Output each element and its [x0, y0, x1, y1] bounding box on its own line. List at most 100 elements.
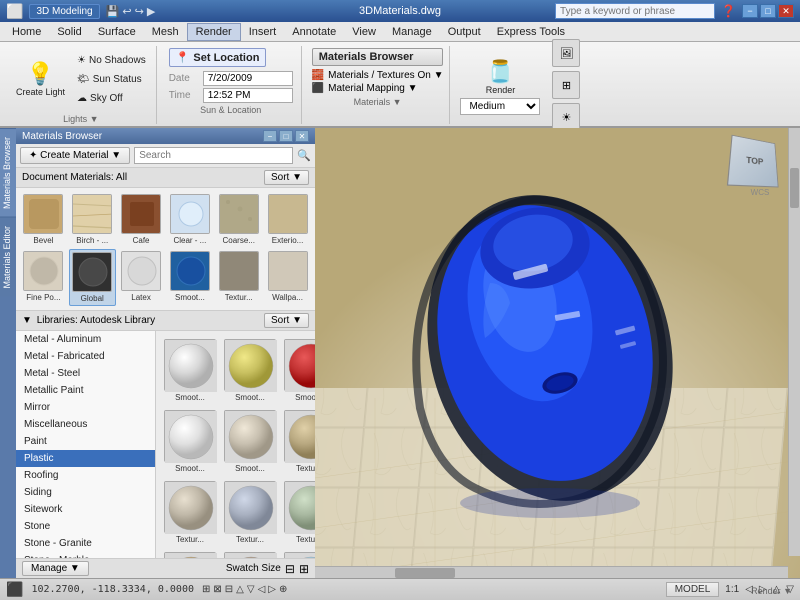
library-material-item[interactable]: Smoot...	[222, 337, 278, 404]
render-settings-btn[interactable]: 🖼	[552, 39, 580, 67]
material-item[interactable]: Wallpa...	[264, 249, 311, 306]
model-btn[interactable]: MODEL	[666, 582, 720, 597]
polar-icon[interactable]: ⊟	[225, 584, 233, 595]
menu-home[interactable]: Home	[4, 24, 49, 40]
close-btn[interactable]: ✕	[778, 4, 794, 18]
textures-on-btn[interactable]: 🧱 Materials / Textures On ▼	[312, 69, 444, 82]
material-item[interactable]: Cafe	[118, 192, 165, 247]
viewport-scrollbar-v[interactable]	[788, 128, 800, 556]
library-category-item[interactable]: Roofing	[16, 467, 155, 484]
library-category-item[interactable]: Siding	[16, 484, 155, 501]
material-item[interactable]: Textur...	[215, 249, 262, 306]
sort-btn[interactable]: Sort ▼	[264, 170, 309, 185]
render-btn[interactable]: 🫙 Render	[475, 56, 525, 98]
scrollbar-thumb-h[interactable]	[395, 568, 455, 578]
materials-editor-tab[interactable]: Materials Editor	[0, 217, 16, 297]
menu-output[interactable]: Output	[440, 24, 489, 40]
panel-float-btn[interactable]: □	[279, 130, 293, 142]
material-item[interactable]: Bevel	[20, 192, 67, 247]
ortho-icon[interactable]: ⊠	[213, 584, 221, 595]
panel-close-btn[interactable]: ✕	[295, 130, 309, 142]
lights-group-label[interactable]: Lights ▼	[63, 114, 98, 124]
material-item[interactable]: Fine Po...	[20, 249, 67, 306]
sun-location-label[interactable]: Sun & Location	[169, 105, 293, 115]
library-category-item[interactable]: Mirror	[16, 399, 155, 416]
menu-annotate[interactable]: Annotate	[284, 24, 344, 40]
material-item[interactable]: Coarse...	[215, 192, 262, 247]
manage-btn[interactable]: Manage ▼	[22, 561, 89, 576]
osnap-track-icon[interactable]: ▽	[247, 584, 255, 595]
materials-browser-btn[interactable]: Materials Browser	[312, 48, 444, 66]
menu-solid[interactable]: Solid	[49, 24, 89, 40]
maximize-btn[interactable]: □	[760, 4, 776, 18]
library-material-item[interactable]: Smoot...	[162, 337, 218, 404]
create-light-btn[interactable]: 💡 Create Light	[12, 58, 69, 101]
material-mapping-btn[interactable]: ⬛ Material Mapping ▼	[312, 82, 444, 95]
library-category-item[interactable]: Stone - Granite	[16, 535, 155, 552]
library-category-item[interactable]: Metal - Aluminum	[16, 331, 155, 348]
lineweight-icon[interactable]: ▷	[268, 584, 276, 595]
library-material-item[interactable]: Smoot...	[282, 337, 315, 404]
help-icon[interactable]: ❓	[721, 4, 736, 18]
library-category-item[interactable]: Metal - Fabricated	[16, 348, 155, 365]
library-category-item[interactable]: Metal - Steel	[16, 365, 155, 382]
menu-manage[interactable]: Manage	[384, 24, 440, 40]
menu-surface[interactable]: Surface	[90, 24, 144, 40]
no-shadows-btn[interactable]: ☀ No Shadows	[73, 53, 150, 68]
library-material-item[interactable]: Textur...	[222, 550, 278, 558]
library-material-item[interactable]: Textur...	[222, 479, 278, 546]
library-expand-icon[interactable]: ▼	[22, 315, 32, 326]
swatch-decrease-btn[interactable]: ⊟	[285, 562, 295, 576]
material-item[interactable]: Exterio...	[264, 192, 311, 247]
library-category-item[interactable]: Metallic Paint	[16, 382, 155, 399]
material-item[interactable]: Clear - ...	[166, 192, 213, 247]
render-region-btn[interactable]: ⊞	[552, 71, 580, 99]
menu-express-tools[interactable]: Express Tools	[489, 24, 573, 40]
library-material-item[interactable]: Textur...	[282, 479, 315, 546]
library-category-item[interactable]: Miscellaneous	[16, 416, 155, 433]
library-sort-btn[interactable]: Sort ▼	[264, 313, 309, 328]
library-material-item[interactable]: Smoot...	[222, 408, 278, 475]
dyn-input-icon[interactable]: ◁	[258, 584, 266, 595]
time-input[interactable]	[203, 88, 293, 103]
materials-browser-tab[interactable]: Materials Browser	[0, 128, 16, 217]
navigation-cube[interactable]: TOP WCS	[730, 136, 790, 196]
sky-off-btn[interactable]: ☁ Sky Off	[73, 91, 150, 106]
qp-icon[interactable]: ⊕	[279, 584, 287, 595]
material-item[interactable]: Birch - ...	[69, 192, 116, 247]
render-quality-select[interactable]: Medium Draft Low High Presentation	[460, 98, 540, 115]
library-category-item[interactable]: Plastic	[16, 450, 155, 467]
library-category-item[interactable]: Stone	[16, 518, 155, 535]
create-material-btn[interactable]: ✦ Create Material ▼	[20, 147, 130, 164]
library-category-item[interactable]: Sitework	[16, 501, 155, 518]
menu-render[interactable]: Render	[187, 23, 241, 41]
material-item[interactable]: Smoot...	[166, 249, 213, 306]
panel-minimize-btn[interactable]: −	[263, 130, 277, 142]
search-input[interactable]	[555, 3, 715, 19]
menu-insert[interactable]: Insert	[241, 24, 285, 40]
library-category-item[interactable]: Paint	[16, 433, 155, 450]
material-item[interactable]: Latex	[118, 249, 165, 306]
materials-search-input[interactable]	[134, 147, 293, 164]
minimize-btn[interactable]: −	[742, 4, 758, 18]
library-material-item[interactable]: Smoot...	[162, 408, 218, 475]
library-material-item[interactable]: Textur...	[162, 479, 218, 546]
render-group-label[interactable]: Render ▼	[751, 586, 792, 596]
swatch-increase-btn[interactable]: ⊞	[299, 562, 309, 576]
library-material-item[interactable]: Textur...	[162, 550, 218, 558]
date-input[interactable]	[203, 71, 293, 86]
render-env-btn[interactable]: ☀	[552, 103, 580, 131]
viewport-scrollbar-h[interactable]	[315, 566, 788, 578]
object-snap-icon[interactable]: △	[236, 584, 244, 595]
sun-status-btn[interactable]: 🌤 Sun Status	[73, 72, 150, 87]
library-material-item[interactable]: Transp...	[282, 550, 315, 558]
material-item[interactable]: Global	[69, 249, 116, 306]
workspace-selector[interactable]: 3D Modeling	[29, 4, 99, 19]
menu-mesh[interactable]: Mesh	[144, 24, 187, 40]
library-material-item[interactable]: Textur...	[282, 408, 315, 475]
set-location-btn[interactable]: 📍 Set Location	[169, 48, 267, 67]
menu-view[interactable]: View	[344, 24, 384, 40]
materials-group-label[interactable]: Materials ▼	[312, 97, 444, 107]
scrollbar-thumb-v[interactable]	[790, 168, 799, 208]
snap-icon[interactable]: ⊞	[202, 584, 210, 595]
